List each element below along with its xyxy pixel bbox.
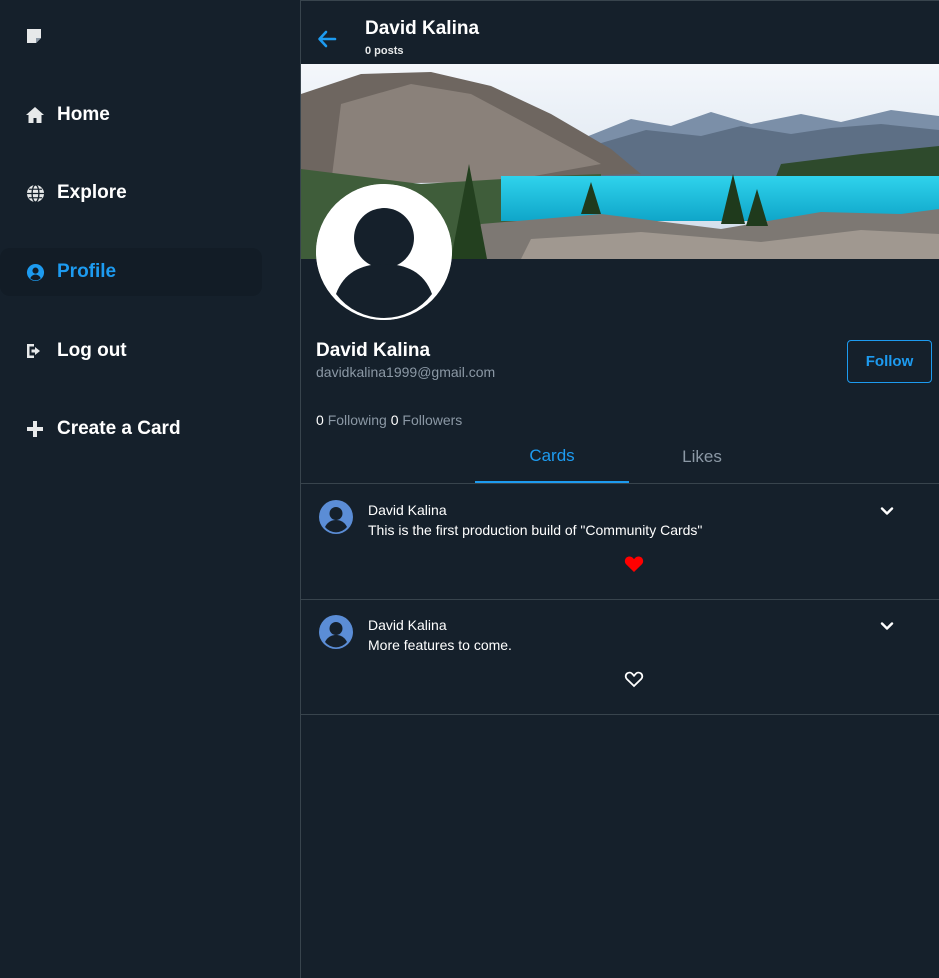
- card-text: More features to come.: [368, 637, 512, 653]
- chevron-down-icon[interactable]: [879, 618, 895, 634]
- avatar[interactable]: [319, 500, 353, 534]
- following-count: 0: [316, 412, 324, 428]
- profile-tabs: Cards Likes: [301, 431, 939, 484]
- user-circle-icon: [25, 262, 45, 282]
- heart-outline-icon[interactable]: [624, 670, 644, 688]
- profile-email: davidkalina1999@gmail.com: [316, 364, 496, 380]
- card-text: This is the first production build of "C…: [368, 522, 703, 538]
- tab-likes[interactable]: Likes: [625, 431, 779, 483]
- app: Home Explore Profile Log out Create a Ca…: [0, 0, 939, 978]
- back-arrow-icon[interactable]: [317, 29, 337, 49]
- sidebar-item-logout[interactable]: Log out: [0, 327, 262, 375]
- card-item: David Kalina More features to come.: [301, 600, 939, 715]
- card-author: David Kalina: [368, 502, 447, 518]
- sidebar-item-home[interactable]: Home: [0, 91, 262, 139]
- heart-filled-icon[interactable]: [624, 555, 644, 573]
- sidebar-item-create-card[interactable]: Create a Card: [0, 405, 262, 453]
- plus-icon: [25, 419, 45, 439]
- sidebar-item-profile[interactable]: Profile: [0, 248, 262, 296]
- sidebar-item-label: Home: [57, 104, 110, 125]
- follow-stats: 0 Following 0 Followers: [316, 412, 462, 428]
- sidebar-item-label: Profile: [57, 261, 117, 282]
- tab-cards[interactable]: Cards: [475, 431, 629, 483]
- followers-label[interactable]: Followers: [402, 412, 462, 428]
- following-label[interactable]: Following: [328, 412, 387, 428]
- sidebar-item-explore[interactable]: Explore: [0, 169, 262, 217]
- header-title: David Kalina: [365, 18, 480, 39]
- sidebar-item-label: Log out: [57, 340, 127, 361]
- sidebar: Home Explore Profile Log out Create a Ca…: [0, 0, 300, 978]
- logout-icon: [25, 341, 45, 361]
- avatar[interactable]: [319, 615, 353, 649]
- home-icon: [25, 105, 45, 125]
- chevron-down-icon[interactable]: [879, 503, 895, 519]
- header-post-count: 0 posts: [365, 45, 404, 57]
- profile-avatar[interactable]: [316, 184, 452, 320]
- card-author: David Kalina: [368, 617, 447, 633]
- sidebar-item-label: Create a Card: [57, 418, 181, 439]
- profile-header: David Kalina 0 posts: [301, 1, 939, 64]
- sidebar-item-label: Explore: [57, 182, 127, 203]
- globe-icon: [25, 183, 45, 203]
- profile-name: David Kalina: [316, 340, 431, 361]
- followers-count: 0: [390, 412, 399, 428]
- note-icon[interactable]: [26, 28, 42, 44]
- follow-button[interactable]: Follow: [847, 340, 932, 383]
- profile-main: David Kalina 0 posts David Kalina davidk…: [300, 0, 939, 978]
- card-item: David Kalina This is the first productio…: [301, 485, 939, 600]
